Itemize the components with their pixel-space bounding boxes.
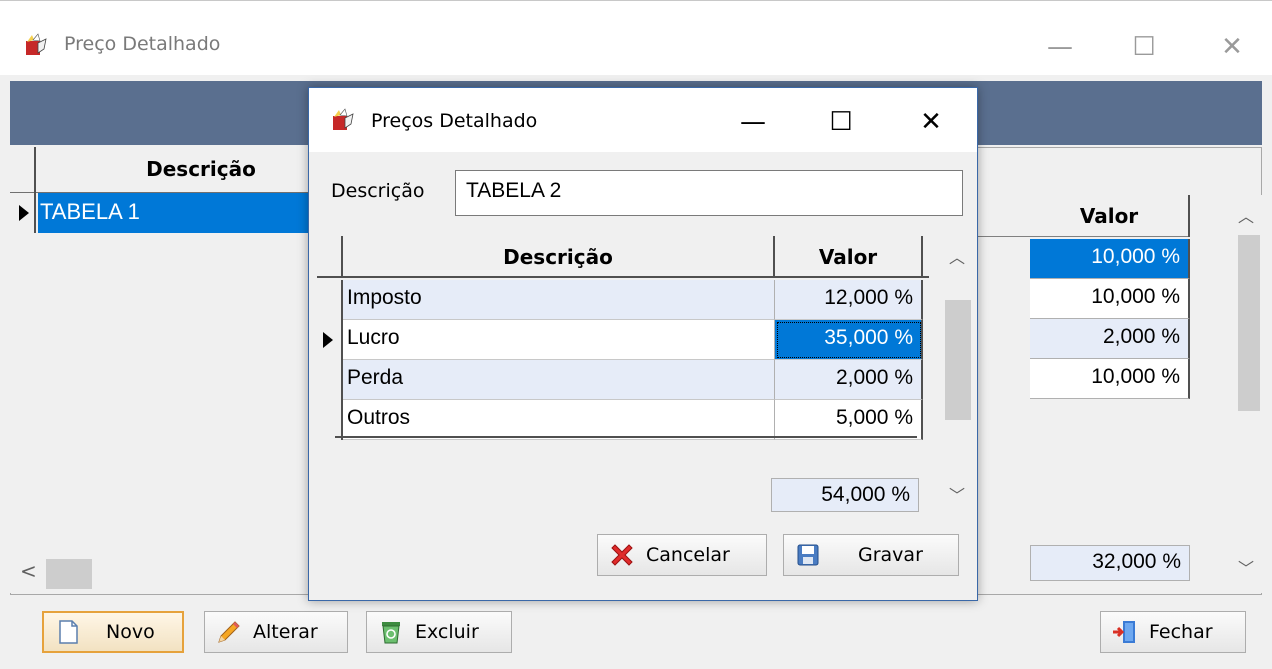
app-icon — [26, 33, 47, 55]
close-icon[interactable]: ✕ — [911, 102, 951, 142]
fechar-button[interactable]: Fechar — [1100, 611, 1246, 653]
items-grid-header: Descrição Valor — [317, 236, 929, 278]
novo-button[interactable]: Novo — [42, 611, 184, 653]
scrollbar-thumb[interactable] — [46, 559, 92, 589]
table-cell-descricao[interactable]: Imposto — [343, 280, 775, 320]
close-icon[interactable]: ✕ — [1212, 27, 1252, 67]
gravar-button-label: Gravar — [858, 544, 923, 566]
precos-detalhado-dialog: Preços Detalhado — ☐ ✕ Descrição TABELA … — [308, 87, 978, 601]
row-indicator — [317, 400, 343, 440]
table-row[interactable]: Outros 5,000 % — [317, 400, 929, 440]
table-cell-descricao[interactable]: Perda — [343, 360, 775, 400]
dialog-titlebar: Preços Detalhado — ☐ ✕ — [309, 88, 977, 152]
table-cell-descricao[interactable]: TABELA 1 — [38, 193, 310, 233]
row-indicator-header — [317, 236, 343, 278]
table-row[interactable]: TABELA 1 — [10, 193, 310, 233]
column-header-valor[interactable]: Valor — [775, 236, 923, 278]
scroll-left-icon[interactable]: < — [20, 559, 37, 583]
table-cell-valor[interactable]: 10,000 % — [1030, 239, 1190, 279]
table-cell-valor[interactable]: 10,000 % — [1030, 279, 1190, 319]
row-indicator — [317, 280, 343, 320]
main-window-title: Preço Detalhado — [64, 33, 221, 55]
scroll-up-icon[interactable]: ︿ — [949, 244, 965, 268]
table-row[interactable]: Lucro 35,000 % — [317, 320, 929, 360]
floppy-disk-icon — [797, 544, 819, 566]
items-grid[interactable]: Descrição Valor Imposto 12,000 % Lucro 3… — [317, 236, 929, 516]
scrollbar-thumb[interactable] — [945, 300, 971, 420]
row-indicator-header — [10, 147, 36, 193]
table-row[interactable]: Perda 2,000 % — [317, 360, 929, 400]
cancel-x-icon — [611, 544, 633, 566]
details-grid-header: Valor — [976, 195, 1190, 237]
column-header-valor[interactable]: Valor — [1030, 195, 1190, 237]
app-icon — [333, 108, 354, 130]
scrollbar-thumb[interactable] — [1238, 235, 1260, 411]
fechar-button-label: Fechar — [1149, 621, 1213, 643]
table-cell-valor[interactable]: 12,000 % — [775, 280, 923, 320]
dialog-title: Preços Detalhado — [371, 110, 538, 132]
table-cell-valor[interactable]: 10,000 % — [1030, 359, 1190, 399]
maximize-icon[interactable]: ☐ — [1124, 27, 1164, 67]
exit-door-icon — [1113, 621, 1135, 643]
descricao-input[interactable]: TABELA 2 — [455, 170, 963, 216]
details-total: 32,000 % — [1030, 545, 1190, 581]
tables-grid-header: Descrição — [10, 147, 310, 193]
row-indicator — [317, 360, 343, 400]
row-pointer-icon — [317, 320, 343, 360]
table-row[interactable]: Imposto 12,000 % — [317, 280, 929, 320]
table-cell-valor-selected[interactable]: 35,000 % — [775, 320, 923, 360]
pencil-icon — [218, 621, 240, 643]
cancelar-button[interactable]: Cancelar — [597, 534, 767, 576]
main-titlebar: Preço Detalhado — ☐ ✕ — [0, 1, 1272, 75]
table-cell-valor[interactable]: 2,000 % — [775, 360, 923, 400]
table-cell-descricao[interactable]: Outros — [343, 400, 775, 440]
cancelar-button-label: Cancelar — [646, 544, 730, 566]
column-header-descricao[interactable]: Descrição — [343, 236, 775, 278]
excluir-button-label: Excluir — [415, 621, 479, 643]
novo-button-label: Novo — [106, 621, 155, 643]
descricao-label: Descrição — [331, 180, 425, 202]
table-cell-valor[interactable]: 5,000 % — [775, 400, 923, 440]
excluir-button[interactable]: Excluir — [366, 611, 512, 653]
vertical-scrollbar[interactable]: ︿ ﹀ — [941, 236, 971, 514]
recycle-bin-icon — [382, 622, 400, 644]
alterar-button-label: Alterar — [253, 621, 318, 643]
items-total: 54,000 % — [771, 478, 919, 512]
tables-grid[interactable]: Descrição TABELA 1 — [10, 147, 310, 591]
alterar-button[interactable]: Alterar — [204, 611, 348, 653]
table-cell-valor[interactable]: 2,000 % — [1030, 319, 1190, 359]
maximize-icon[interactable]: ☐ — [821, 102, 861, 142]
horizontal-scrollbar[interactable]: < — [10, 553, 310, 593]
new-doc-icon — [59, 620, 78, 644]
vertical-scrollbar[interactable]: ︿ ﹀ — [1232, 195, 1262, 593]
minimize-icon[interactable]: — — [1040, 27, 1080, 67]
minimize-icon[interactable]: — — [733, 102, 773, 142]
scroll-up-icon[interactable]: ︿ — [1238, 203, 1254, 227]
row-pointer-icon — [10, 193, 36, 233]
scroll-down-icon[interactable]: ﹀ — [1238, 555, 1254, 579]
grid-bottom-border — [335, 436, 917, 438]
gravar-button[interactable]: Gravar — [783, 534, 959, 576]
scroll-down-icon[interactable]: ﹀ — [949, 482, 965, 506]
table-cell-descricao[interactable]: Lucro — [343, 320, 775, 360]
